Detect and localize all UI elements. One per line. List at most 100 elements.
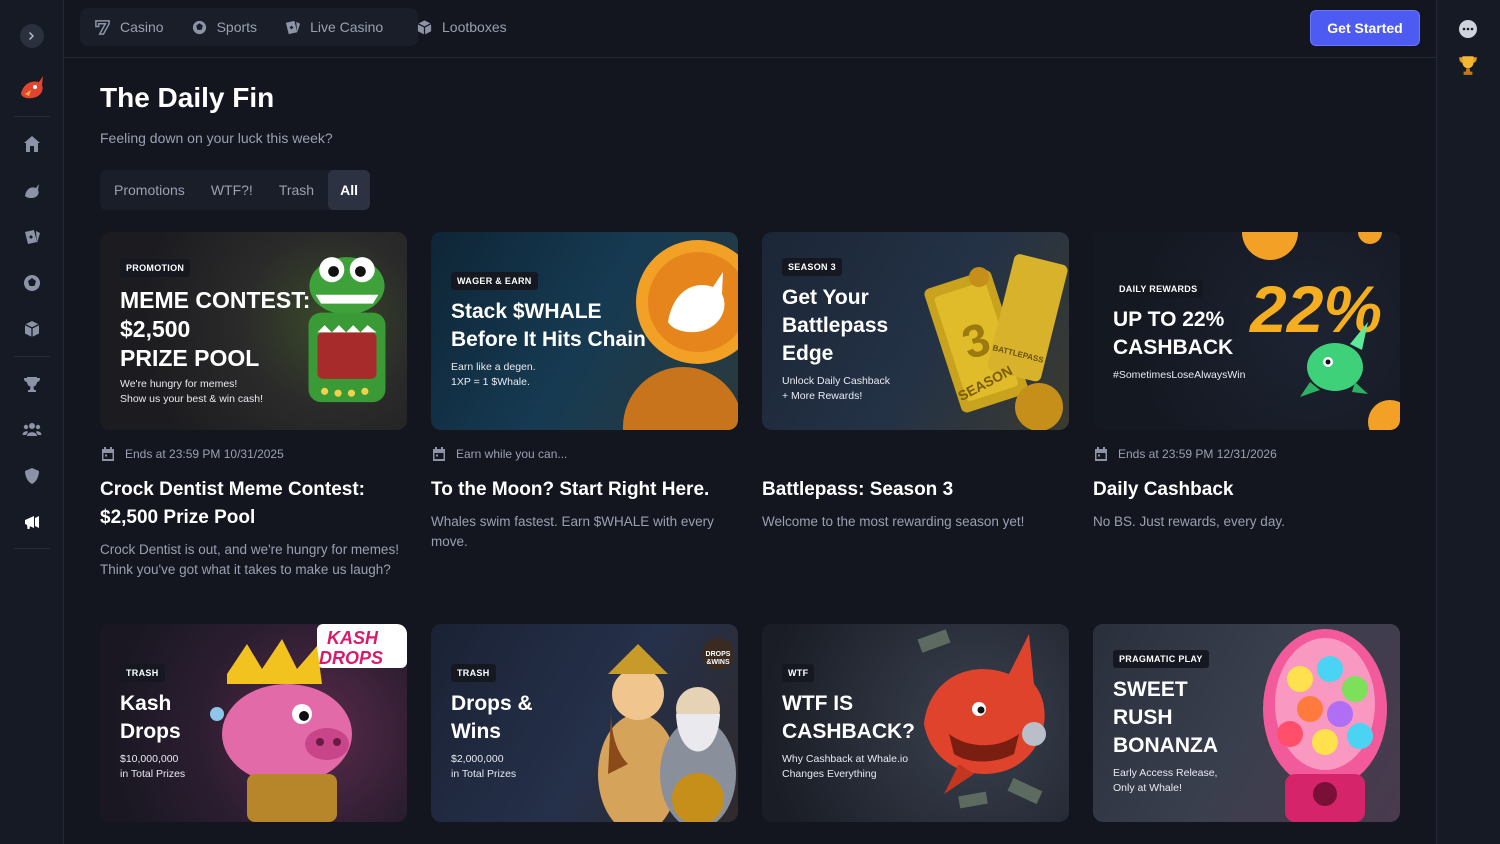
banner-headline: SWEET RUSH BONANZA <box>1113 676 1218 760</box>
promo-card[interactable]: WTF WTF IS CASHBACK? Why Cashback at Wha… <box>762 624 1069 822</box>
sidebar-sports[interactable] <box>17 268 47 298</box>
card-meta: Ends at 23:59 PM 12/31/2026 <box>1093 446 1277 462</box>
promo-card[interactable]: 22% DAILY REWARDS UP TO 22% CASHBACK #So… <box>1093 232 1400 529</box>
calendar-icon <box>1095 447 1107 461</box>
chat-button[interactable] <box>1456 17 1480 41</box>
caption-line: Earn like a degen. <box>451 361 536 373</box>
headline-line: CASHBACK? <box>782 720 915 743</box>
tab-wtf[interactable]: WTF?! <box>211 182 253 198</box>
headline-line: PRIZE POOL <box>120 345 260 371</box>
card-meta-text: Ends at 23:59 PM 10/31/2025 <box>125 447 284 461</box>
box-icon <box>24 321 40 337</box>
card-title[interactable]: Crock Dentist Meme Contest: $2,500 Prize… <box>100 476 400 532</box>
cards-icon <box>285 20 301 34</box>
headline-line: Stack $WHALE <box>451 300 602 323</box>
headline-line: CASHBACK <box>1113 336 1234 359</box>
logo-text-top: DROPS <box>706 651 731 658</box>
banner-headline: Stack $WHALE Before It Hits Chain <box>451 298 646 354</box>
caption-line: Why Cashback at Whale.io <box>782 753 909 765</box>
banner-caption: Earn like a degen. 1XP = 1 $Whale. <box>451 360 536 390</box>
caption-line: in Total Prizes <box>120 768 186 781</box>
card-tag: DAILY REWARDS <box>1113 280 1204 298</box>
promo-banner[interactable]: 3 BATTLEPASS SEASON SEASON 3 Get Your Ba… <box>762 232 1069 430</box>
promo-banner[interactable]: WAGER & EARN Stack $WHALE Before It Hits… <box>431 232 738 430</box>
promo-banner[interactable]: KASH DROPS TRASH Kash Drops $10,000,000 … <box>100 624 407 822</box>
promo-banner[interactable]: PRAGMATIC PLAY SWEET RUSH BONANZA Early … <box>1093 624 1400 822</box>
get-started-button[interactable]: Get Started <box>1310 10 1420 46</box>
crocodile-illustration <box>308 257 386 403</box>
card-title[interactable]: To the Moon? Start Right Here. <box>431 476 731 504</box>
banner-caption: $2,000,000 in Total Prizes <box>451 752 516 782</box>
card-meta: Ends at 23:59 PM 10/31/2025 <box>100 446 284 462</box>
promo-card[interactable]: DROPS &WINS TRASH Drops & Wins $2,000,00… <box>431 624 738 822</box>
logo-text-bottom: &WINS <box>706 659 730 666</box>
promo-banner[interactable]: PROMOTION MEME CONTEST: $2,500 PRIZE POO… <box>100 232 407 430</box>
logo-text-bottom: DROPS <box>319 648 383 668</box>
banner-caption: Early Access Release, Only at Whale! <box>1113 766 1217 796</box>
banner-headline: Kash Drops <box>120 690 181 746</box>
headline-line: Battlepass <box>782 314 889 337</box>
banner-headline: MEME CONTEST: $2,500 PRIZE POOL <box>120 286 310 373</box>
headline-line: MEME CONTEST: <box>120 287 311 313</box>
sidebar-lootboxes[interactable] <box>17 314 47 344</box>
sidebar-leaderboard[interactable] <box>17 369 47 399</box>
caption-line: Unlock Daily Cashback <box>782 375 890 387</box>
headline-line: Drops <box>120 720 181 743</box>
tab-all[interactable]: All <box>328 170 370 210</box>
nav-lootboxes[interactable]: Lootboxes <box>416 8 507 46</box>
nav-live-casino-label: Live Casino <box>310 19 384 35</box>
nav-live-casino[interactable]: Live Casino <box>284 19 383 36</box>
card-tag: PROMOTION <box>120 259 191 277</box>
promo-banner[interactable]: 22% DAILY REWARDS UP TO 22% CASHBACK #So… <box>1093 232 1400 430</box>
whale-logo-icon <box>21 76 43 99</box>
headline-line: WTF IS <box>782 692 854 715</box>
chat-icon <box>1459 20 1477 38</box>
box-icon <box>417 19 432 35</box>
promo-card[interactable]: WAGER & EARN Stack $WHALE Before It Hits… <box>431 232 738 549</box>
card-description: Welcome to the most rewarding season yet… <box>762 514 1025 529</box>
sidebar-slots[interactable] <box>17 222 47 252</box>
caption-line: Early Access Release, <box>1113 767 1218 779</box>
banner-headline: UP TO 22% CASHBACK <box>1113 306 1233 362</box>
rewards-button[interactable] <box>1456 53 1480 77</box>
sidebar-vip[interactable] <box>17 461 47 491</box>
card-title[interactable]: Daily Cashback <box>1093 476 1393 504</box>
sidebar-expand-button[interactable] <box>20 24 44 48</box>
caption-line: We're hungry for memes! <box>120 378 238 390</box>
tab-promotions[interactable]: Promotions <box>114 182 185 198</box>
whale-logo[interactable] <box>17 72 47 102</box>
battlepass-ticket-illustration: 3 BATTLEPASS SEASON <box>924 254 1068 430</box>
nav-casino[interactable]: Casino <box>94 19 164 36</box>
chevron-right-icon <box>29 32 34 40</box>
cards-icon <box>25 230 40 244</box>
sidebar-promotions[interactable] <box>17 507 47 537</box>
kash-drops-pig-illustration: KASH DROPS <box>210 624 407 822</box>
card-tag: SEASON 3 <box>782 258 842 276</box>
caption-line: Changes Everything <box>782 768 877 781</box>
card-title[interactable]: Battlepass: Season 3 <box>762 476 1062 504</box>
card-meta: Earn while you can... <box>431 446 567 462</box>
caption-line: #SometimesLoseAlwaysWin <box>1113 369 1246 381</box>
nav-sports[interactable]: Sports <box>191 19 257 36</box>
card-meta-text: Ends at 23:59 PM 12/31/2026 <box>1118 447 1277 461</box>
sidebar-community[interactable] <box>17 415 47 445</box>
caption-line: + More Rewards! <box>782 390 863 403</box>
headline-line: Edge <box>782 342 834 365</box>
promo-card[interactable]: PROMOTION MEME CONTEST: $2,500 PRIZE POO… <box>100 232 407 577</box>
sidebar-originals[interactable] <box>17 176 47 206</box>
tab-trash[interactable]: Trash <box>279 182 314 198</box>
promo-banner[interactable]: DROPS &WINS TRASH Drops & Wins $2,000,00… <box>431 624 738 822</box>
headline-line: RUSH <box>1113 706 1173 729</box>
card-description: No BS. Just rewards, every day. <box>1093 514 1285 529</box>
promo-card[interactable]: 3 BATTLEPASS SEASON SEASON 3 Get Your Ba… <box>762 232 1069 529</box>
page-subtitle: Feeling down on your luck this week? <box>100 130 333 146</box>
promo-card[interactable]: KASH DROPS TRASH Kash Drops $10,000,000 … <box>100 624 407 822</box>
whale-cashback-illustration <box>917 629 1046 809</box>
calendar-icon <box>102 447 114 461</box>
headline-line: Get Your <box>782 286 869 309</box>
nav-casino-label: Casino <box>120 19 164 35</box>
promo-card[interactable]: PRAGMATIC PLAY SWEET RUSH BONANZA Early … <box>1093 624 1400 822</box>
promo-banner[interactable]: WTF WTF IS CASHBACK? Why Cashback at Wha… <box>762 624 1069 822</box>
sidebar-home[interactable] <box>17 129 47 159</box>
drops-wins-heroes-illustration: DROPS &WINS <box>598 638 736 822</box>
